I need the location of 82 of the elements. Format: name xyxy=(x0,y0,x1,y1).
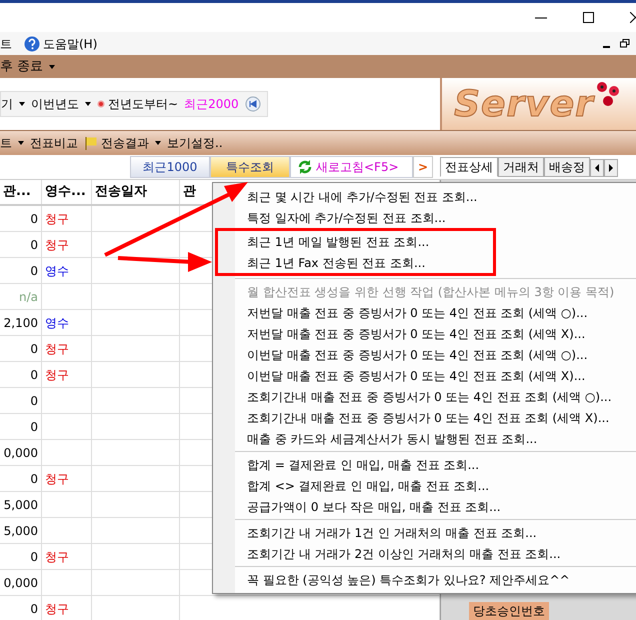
tab[interactable]: 전표상세 xyxy=(440,157,498,177)
table-cell-text: 0 xyxy=(30,470,38,488)
menu-item[interactable]: 저번달 매출 전표 중 증빙서가 0 또는 4인 전표 조회 (세액 X)... xyxy=(213,323,636,344)
toolbar-button[interactable]: 트 xyxy=(0,134,12,152)
menu-item[interactable]: 이번달 매출 전표 중 증빙서가 0 또는 4인 전표 조회 (세액 X)... xyxy=(213,365,636,386)
caret-icon xyxy=(85,102,91,106)
table-cell-text: 0 xyxy=(30,392,38,410)
table-cell-text: 0 xyxy=(30,600,38,618)
refresh-button[interactable]: 새로고침<F5> xyxy=(290,156,413,178)
menu-item[interactable]: 합계 <> 결제완료 인 매입, 매출 전표 조회... xyxy=(213,475,636,496)
table-cell-text: 청구 xyxy=(45,366,69,384)
table-cell-text: n/a xyxy=(18,288,38,306)
scroll-right-icon[interactable] xyxy=(604,159,618,177)
table-cell-text: 0 xyxy=(30,236,38,254)
caret-icon xyxy=(19,102,25,106)
table-cell-text: 영수 xyxy=(45,314,69,332)
bullet-icon xyxy=(97,100,105,108)
minimize-icon[interactable] xyxy=(535,16,547,18)
table-cell-text: 0 xyxy=(30,262,38,280)
table-cell-text: 5,000 xyxy=(4,496,38,514)
caret-icon xyxy=(49,64,56,68)
menu-item[interactable]: 최근 1년 메일 발행된 전표 조회... xyxy=(218,231,493,252)
table-cell-text: 영수 xyxy=(45,262,69,280)
menu-item[interactable]: 조회기간내 매출 전표 중 증빙서가 0 또는 4인 전표 조회 (세액 X)... xyxy=(213,407,636,428)
menu-item[interactable]: 꼭 필요한 (공익성 높은) 특수조회가 있나요? 제안주세요^^ xyxy=(213,569,636,590)
menu-item[interactable]: 합계 = 결제완료 인 매입, 매출 전표 조회... xyxy=(213,454,636,475)
toolbar-button[interactable]: 이번년도 xyxy=(31,95,79,113)
caret-icon xyxy=(18,141,24,145)
table-cell-text: 0 xyxy=(30,340,38,358)
menu-item[interactable]: 도움말(H) xyxy=(43,34,98,52)
menu-item[interactable]: 조회기간내 매출 전표 중 증빙서가 0 또는 4인 전표 조회 (세액 ○)... xyxy=(213,386,636,407)
column-header[interactable]: 관... xyxy=(0,180,42,204)
table-cell-text: 청구 xyxy=(45,600,69,618)
toolbar-button[interactable]: 전송결과 xyxy=(101,134,149,152)
menu-item[interactable]: 매출 중 카드와 세금계산서가 동시 발행된 전표 조회... xyxy=(213,428,636,449)
column-header[interactable]: 영수... xyxy=(42,180,92,204)
rewind-icon[interactable] xyxy=(244,96,261,112)
menu-item[interactable]: 공급가액이 0 보다 작은 매입, 매출 전표 조회... xyxy=(213,496,636,517)
scroll-left-icon[interactable] xyxy=(590,159,604,177)
menu-item[interactable]: 조회기간 내 거래가 1건 인 거래처의 매출 전표 조회... xyxy=(213,522,636,543)
menu-item[interactable]: 최근 몇 시간 내에 추가/수정된 전표 조회... xyxy=(213,186,636,207)
menu-item[interactable]: 특정 일자에 추가/수정된 전표 조회... xyxy=(213,207,636,228)
menu-item[interactable]: 최근 1년 Fax 전송된 전표 조회... xyxy=(218,252,493,273)
menu-item: 월 합산전표 생성을 위한 선행 작업 (합산사본 메뉴의 3항 이용 목적) xyxy=(246,284,616,300)
next-button[interactable]: > xyxy=(413,156,434,178)
table-cell-text: 청구 xyxy=(45,210,69,228)
menu-item[interactable]: 이번달 매출 전표 중 증빙서가 0 또는 4인 전표 조회 (세액 ○)... xyxy=(213,344,636,365)
table-cell-text: 0 xyxy=(30,366,38,384)
table-cell-text: 청구 xyxy=(45,236,69,254)
close-icon[interactable] xyxy=(630,12,636,23)
table-cell-text: 청구 xyxy=(45,340,69,358)
table-cell-text: 청구 xyxy=(45,548,69,566)
table-cell-text: 2,100 xyxy=(4,314,38,332)
table-cell-text: 0,000 xyxy=(4,444,38,462)
table-cell-text: 5,000 xyxy=(4,522,38,540)
menu-item[interactable]: 저번달 매출 전표 중 증빙서가 0 또는 4인 전표 조회 (세액 ○)... xyxy=(213,302,636,323)
restore-icon[interactable] xyxy=(620,39,630,48)
table-cell-text: 0 xyxy=(30,210,38,228)
column-header[interactable]: 전송일자 xyxy=(92,180,180,204)
minimize-icon[interactable] xyxy=(603,46,610,49)
menu-item[interactable]: 조회기간 내 거래가 2건 이상인 거래처의 매출 전표 조회... xyxy=(213,543,636,564)
table-cell-text: 청구 xyxy=(45,470,69,488)
table-cell-text: 0 xyxy=(30,548,38,566)
toolbar-button[interactable]: 전표비교 xyxy=(30,134,78,152)
refresh-icon xyxy=(297,159,313,175)
toolbar-button[interactable]: 보기설정.. xyxy=(167,134,223,152)
flag-icon xyxy=(84,136,98,150)
caret-icon xyxy=(155,141,161,145)
maximize-icon[interactable] xyxy=(583,12,594,23)
toolbar-button[interactable]: 기 xyxy=(1,95,13,113)
logo-text: Server xyxy=(454,84,594,124)
table-cell-text: 0 xyxy=(30,418,38,436)
query-tab[interactable]: 특수조회 xyxy=(210,156,290,178)
menu-item[interactable]: 트 xyxy=(0,34,12,52)
tab[interactable]: 거래처 xyxy=(498,157,544,177)
query-tab[interactable]: 최근1000 xyxy=(130,156,210,178)
table-cell-text: 0,000 xyxy=(4,574,38,592)
toolbar-button[interactable]: 전년도부터~ xyxy=(108,95,178,113)
toolbar-button[interactable]: 후 종료 xyxy=(0,56,44,76)
field-label: 당초승인번호 xyxy=(469,602,549,620)
help-icon[interactable] xyxy=(24,36,40,52)
tab[interactable]: 배송정 xyxy=(544,157,590,177)
